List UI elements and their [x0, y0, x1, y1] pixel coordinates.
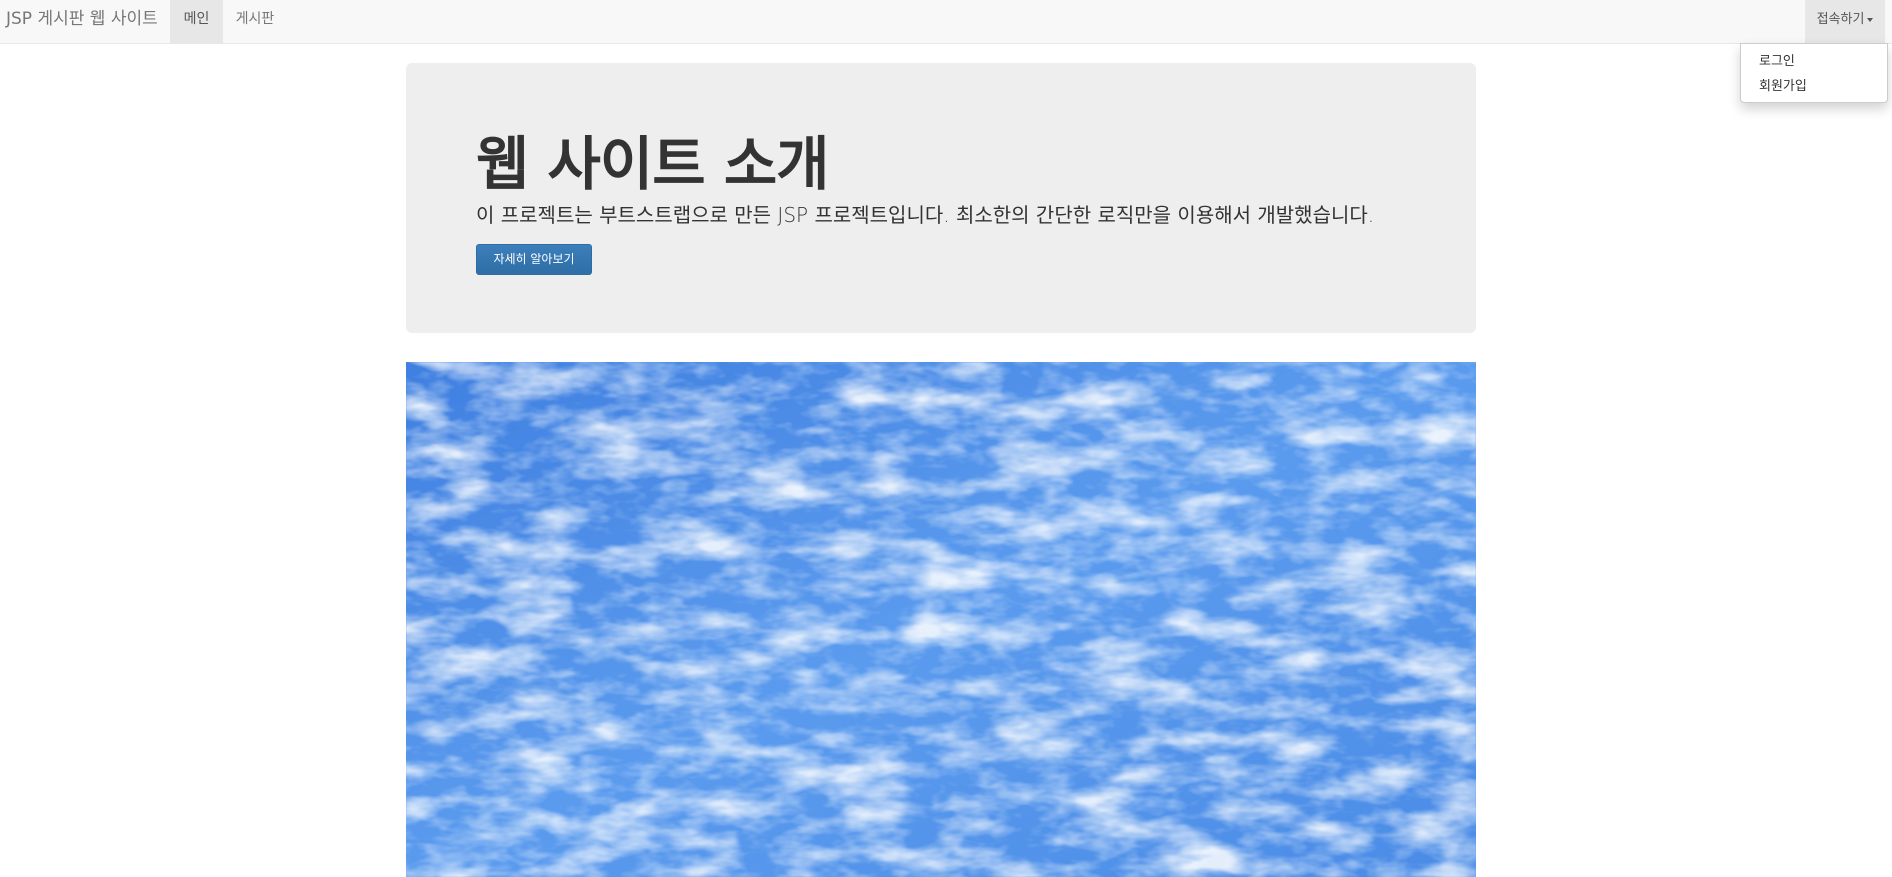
nav-item-board[interactable]: 게시판	[223, 0, 287, 43]
account-dropdown-label: 접속하기	[1816, 12, 1865, 27]
dropdown-item-login[interactable]: 로그인	[1741, 49, 1887, 74]
intro-jumbotron: 웹 사이트 소개 이 프로젝트는 부트스트랩으로 만든 JSP 프로젝트입니다.…	[406, 63, 1476, 333]
top-navbar: JSP 게시판 웹 사이트 메인 게시판 접속하기	[0, 0, 1892, 44]
account-dropdown-toggle[interactable]: 접속하기	[1805, 0, 1885, 43]
sky-image	[406, 362, 1476, 877]
account-dropdown-menu: 로그인 회원가입	[1740, 43, 1888, 103]
dropdown-item-signup[interactable]: 회원가입	[1741, 74, 1887, 99]
nav-item-main[interactable]: 메인	[170, 0, 223, 43]
page-title: 웹 사이트 소개	[476, 130, 830, 198]
navbar-brand[interactable]: JSP 게시판 웹 사이트	[6, 0, 158, 43]
intro-description: 이 프로젝트는 부트스트랩으로 만든 JSP 프로젝트입니다. 최소한의 간단한…	[476, 203, 1375, 227]
caret-down-icon	[1867, 17, 1874, 22]
learn-more-button[interactable]: 자세히 알아보기	[476, 244, 592, 275]
